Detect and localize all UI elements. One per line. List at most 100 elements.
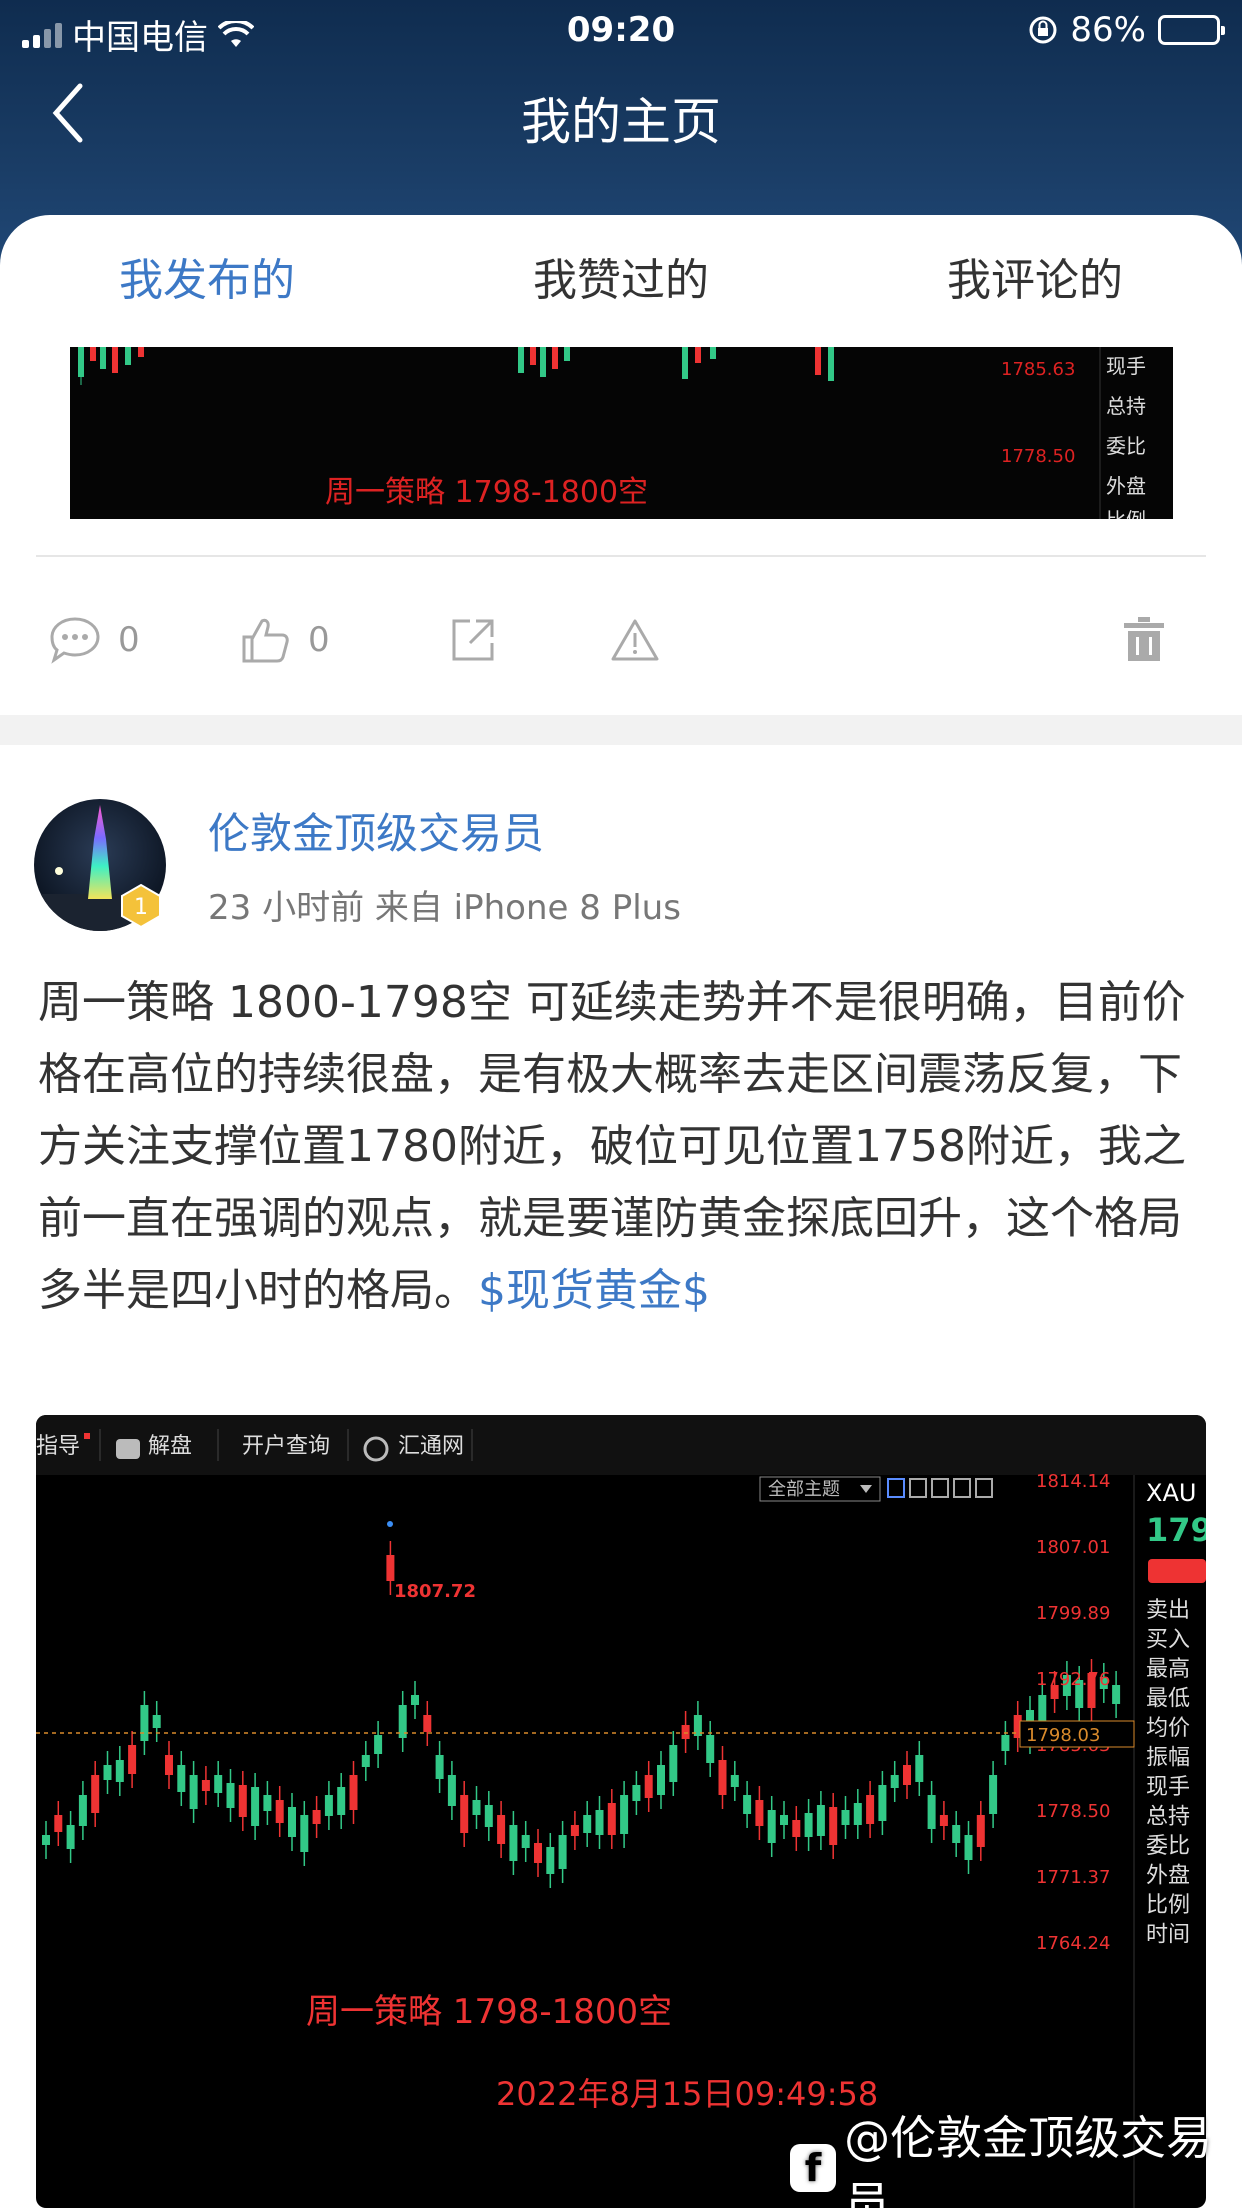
candle-body <box>657 1765 665 1795</box>
battery-percent: 86% <box>1070 10 1146 50</box>
candle-body <box>435 1755 444 1779</box>
candlestick-chart: 指导 解盘 开户查询 汇通网 全部主题 1814.141807.011799.8… <box>36 1415 1206 2208</box>
candle-body <box>177 1765 186 1792</box>
chat-icon <box>116 1439 140 1459</box>
candle-body <box>534 1843 542 1863</box>
candle-body <box>288 1807 296 1837</box>
comment-button[interactable]: 0 <box>48 585 140 695</box>
candle-body <box>915 1755 924 1782</box>
trash-icon <box>1124 617 1164 661</box>
candle-body <box>165 1755 173 1775</box>
candle-body <box>423 1715 432 1732</box>
candle-body <box>497 1815 506 1844</box>
quote-label: 买入 <box>1146 1628 1190 1653</box>
candle-body <box>681 1725 690 1739</box>
price-tick: 1778.50 <box>1001 446 1075 467</box>
candle-body <box>361 1755 370 1767</box>
candle-body <box>792 1820 801 1837</box>
divider <box>36 555 1206 557</box>
candle-body <box>263 1795 272 1811</box>
tab-published[interactable]: 我发布的 <box>0 215 414 347</box>
candle-body <box>558 1835 567 1869</box>
comment-count: 0 <box>118 620 140 660</box>
candlestick-chart-partial: 1785.63 1778.50 现手 总持 委比 外盘 比例 周一策略 1798… <box>78 347 1146 519</box>
battery-icon <box>1158 15 1225 45</box>
status-bar: 中国电信 09:20 86% <box>0 0 1242 62</box>
side-label: 外盘 <box>1106 474 1146 498</box>
candle-body <box>337 1787 346 1815</box>
price-tick: 1792.76 <box>1036 1669 1110 1690</box>
candle-body <box>841 1810 850 1825</box>
candle-body <box>952 1825 961 1843</box>
candle-body <box>903 1765 911 1785</box>
candle-body <box>853 1803 862 1825</box>
candle-body <box>890 1775 899 1788</box>
theme-select: 全部主题 <box>768 1479 840 1500</box>
symbol-price: 179 <box>1146 1511 1206 1549</box>
author-name[interactable]: 伦敦金顶级交易员 <box>208 800 544 861</box>
candle-body <box>115 1760 124 1782</box>
candle-body <box>275 1800 284 1823</box>
candle-body <box>644 1775 653 1798</box>
page-title: 我的主页 <box>521 93 721 151</box>
post-image-chart[interactable]: 1785.63 1778.50 现手 总持 委比 外盘 比例 周一策略 1798… <box>70 347 1173 519</box>
candle-body <box>447 1775 456 1806</box>
candle-body <box>103 1765 112 1780</box>
candle-body <box>128 1745 137 1774</box>
candle-body <box>312 1810 321 1824</box>
candle-body <box>780 1815 788 1825</box>
watermark: f @伦敦金顶级交易员 <box>790 2102 1242 2208</box>
candle-body <box>927 1795 936 1829</box>
quote-label: 最高 <box>1146 1657 1190 1682</box>
candle-body <box>484 1805 493 1827</box>
level-number: 1 <box>134 895 148 920</box>
symbol-label: XAU <box>1146 1479 1196 1507</box>
side-label: 总持 <box>1106 394 1146 418</box>
quote-label: 委比 <box>1146 1834 1190 1859</box>
candle-body <box>300 1815 309 1852</box>
tab-liked[interactable]: 我赞过的 <box>414 215 828 347</box>
toolbar-item: 解盘 <box>148 1434 192 1459</box>
candle-body <box>583 1815 592 1833</box>
candle-body <box>66 1825 75 1849</box>
quote-label: 最低 <box>1146 1687 1190 1712</box>
candle-body <box>804 1813 813 1837</box>
candle-body <box>620 1795 629 1834</box>
candle-body <box>546 1847 555 1874</box>
candle-body <box>460 1795 469 1833</box>
candle-body <box>989 1775 998 1814</box>
candles <box>42 1541 1121 1888</box>
candle-body <box>755 1800 764 1826</box>
topic-tag[interactable]: $现货黄金$ <box>478 1265 710 1316</box>
like-button[interactable]: 0 <box>238 585 330 695</box>
content-card: 我发布的 我赞过的 我评论的 1785.63 1778.50 现手 总持 委比 <box>0 215 1242 2208</box>
report-button[interactable] <box>610 585 660 695</box>
candle-body <box>509 1825 518 1861</box>
candle-body <box>140 1705 149 1741</box>
share-button[interactable] <box>448 585 498 695</box>
candle-body <box>152 1715 161 1728</box>
candles <box>78 347 834 385</box>
candle-body <box>866 1795 875 1824</box>
tab-commented[interactable]: 我评论的 <box>828 215 1242 347</box>
quote-label: 外盘 <box>1146 1864 1190 1889</box>
candle-body <box>816 1805 825 1836</box>
candle-body <box>595 1810 604 1835</box>
candle-body <box>669 1745 678 1782</box>
price-tick: 1771.37 <box>1036 1867 1110 1888</box>
post-image-chart[interactable]: 指导 解盘 开户查询 汇通网 全部主题 1814.14 1807.01 1799… <box>36 1415 1206 2208</box>
delete-button[interactable] <box>1122 585 1166 695</box>
candle-body <box>91 1775 100 1813</box>
toolbar-item: 汇通网 <box>398 1434 464 1459</box>
candle-body <box>829 1807 838 1845</box>
candle-body <box>374 1735 383 1754</box>
comment-icon <box>50 617 100 664</box>
candle-body <box>570 1825 579 1836</box>
warning-icon <box>611 619 659 661</box>
candle-body <box>1112 1685 1121 1704</box>
candle-body <box>54 1815 63 1832</box>
share-icon <box>452 619 494 661</box>
candle-body <box>42 1835 50 1845</box>
candle-body <box>718 1760 727 1795</box>
candle-body <box>472 1800 481 1815</box>
